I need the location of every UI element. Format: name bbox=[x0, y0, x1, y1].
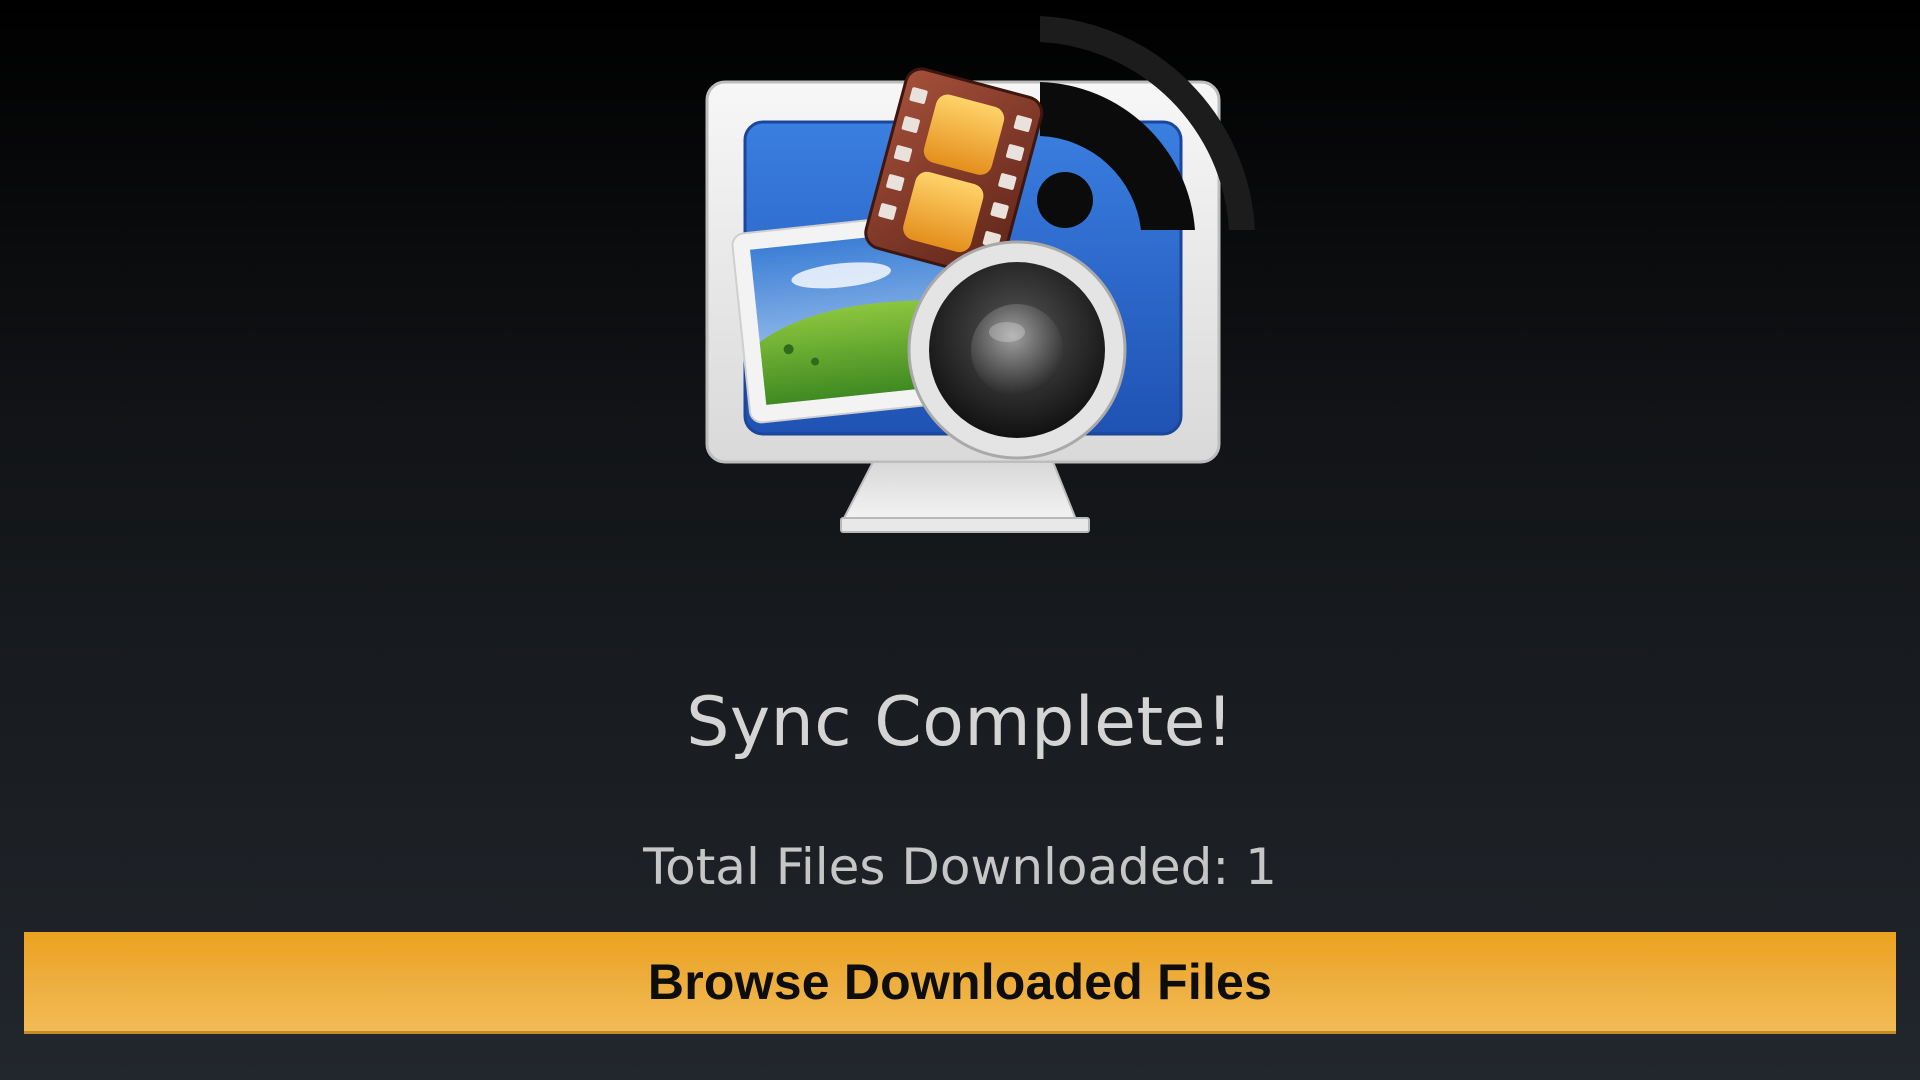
sync-status-title: Sync Complete! bbox=[686, 683, 1234, 762]
browse-downloaded-files-button[interactable]: Browse Downloaded Files bbox=[24, 932, 1896, 1034]
speaker-icon bbox=[907, 240, 1127, 460]
sync-illustration bbox=[695, 10, 1265, 570]
browse-button-label: Browse Downloaded Files bbox=[647, 953, 1273, 1010]
files-downloaded-summary: Total Files Downloaded: 1 bbox=[643, 838, 1277, 896]
